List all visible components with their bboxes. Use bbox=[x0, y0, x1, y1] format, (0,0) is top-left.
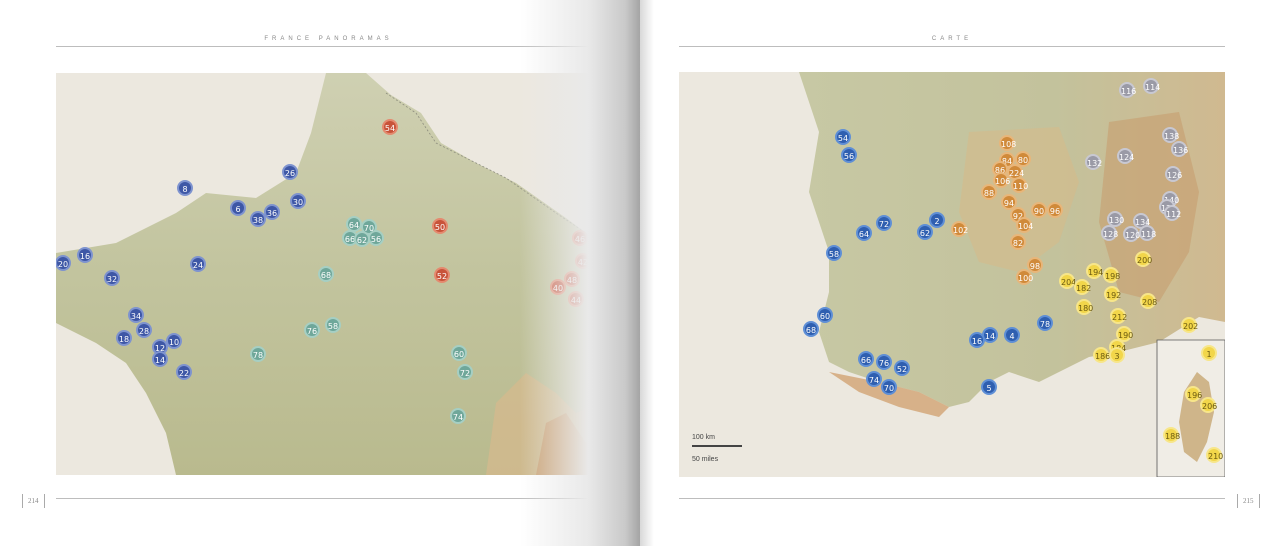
right-map-marker-204[interactable]: 204 bbox=[1059, 273, 1076, 289]
left-map-marker-74[interactable]: 74 bbox=[450, 408, 466, 424]
right-map-marker-110[interactable]: 110 bbox=[1011, 177, 1028, 193]
left-map-marker-52[interactable]: 52 bbox=[434, 267, 450, 283]
right-map-marker-208[interactable]: 208 bbox=[1140, 293, 1157, 309]
right-map-marker-5[interactable]: 5 bbox=[981, 379, 997, 395]
right-map-marker-194[interactable]: 194 bbox=[1086, 263, 1103, 279]
right-map-marker-136[interactable]: 136 bbox=[1171, 141, 1188, 157]
left-map-marker-76[interactable]: 76 bbox=[304, 322, 320, 338]
right-map-marker-4[interactable]: 4 bbox=[1004, 327, 1020, 343]
left-map-marker-34[interactable]: 34 bbox=[128, 307, 144, 323]
left-map-marker-22[interactable]: 22 bbox=[176, 364, 192, 380]
left-map-marker-36[interactable]: 36 bbox=[264, 204, 280, 220]
right-map-marker-60[interactable]: 60 bbox=[817, 307, 833, 323]
right-map-marker-56[interactable]: 56 bbox=[841, 147, 857, 163]
left-map-marker-18[interactable]: 18 bbox=[116, 330, 132, 346]
scale-miles-label: 50 miles bbox=[692, 456, 719, 463]
page-number-left: 214 bbox=[22, 494, 45, 508]
left-map-marker-68[interactable]: 68 bbox=[318, 266, 334, 282]
right-map-marker-100[interactable]: 100 bbox=[1016, 269, 1033, 285]
left-map-marker-24[interactable]: 24 bbox=[190, 256, 206, 272]
right-map-marker-200[interactable]: 200 bbox=[1135, 251, 1152, 267]
right-map-marker-74[interactable]: 74 bbox=[866, 371, 882, 387]
right-map-marker-104[interactable]: 104 bbox=[1016, 217, 1033, 233]
footer-rule-right bbox=[679, 498, 1225, 499]
right-map-marker-120[interactable]: 120 bbox=[1123, 226, 1140, 242]
right-map-marker-212[interactable]: 212 bbox=[1110, 308, 1127, 324]
right-map-marker-3[interactable]: 3 bbox=[1109, 347, 1125, 363]
right-map-marker-202[interactable]: 202 bbox=[1181, 317, 1198, 333]
right-map-marker-96[interactable]: 96 bbox=[1047, 202, 1063, 218]
right-map-marker-62[interactable]: 62 bbox=[917, 224, 933, 240]
left-map-marker-54[interactable]: 54 bbox=[382, 119, 398, 135]
right-map-marker-72[interactable]: 72 bbox=[876, 215, 892, 231]
right-map-marker-114[interactable]: 114 bbox=[1143, 78, 1160, 94]
right-map-marker-206[interactable]: 206 bbox=[1200, 397, 1217, 413]
left-map-marker-26[interactable]: 26 bbox=[282, 164, 298, 180]
book-gutter-shadow bbox=[520, 0, 644, 546]
right-map-marker-1[interactable]: 1 bbox=[1201, 345, 1217, 361]
book-gutter-right-shadow bbox=[640, 0, 654, 546]
right-map-marker-88[interactable]: 88 bbox=[981, 184, 997, 200]
map-right-terrain bbox=[679, 72, 1225, 477]
scale-bar bbox=[692, 445, 742, 447]
left-map-marker-78[interactable]: 78 bbox=[250, 346, 266, 362]
left-map-marker-56[interactable]: 56 bbox=[368, 230, 384, 246]
right-map-marker-128[interactable]: 128 bbox=[1101, 225, 1118, 241]
right-map-marker-76[interactable]: 76 bbox=[876, 354, 892, 370]
right-map-marker-180[interactable]: 180 bbox=[1076, 299, 1093, 315]
left-map-marker-30[interactable]: 30 bbox=[290, 193, 306, 209]
right-map-marker-118[interactable]: 118 bbox=[1139, 225, 1156, 241]
right-map-marker-210[interactable]: 210 bbox=[1206, 447, 1223, 463]
right-map-marker-192[interactable]: 192 bbox=[1104, 286, 1121, 302]
right-map-marker-132[interactable]: 132 bbox=[1085, 154, 1102, 170]
right-map-marker-102[interactable]: 102 bbox=[951, 221, 968, 237]
left-map-marker-32[interactable]: 32 bbox=[104, 270, 120, 286]
scale-km-label: 100 km bbox=[692, 434, 715, 441]
right-map-marker-64[interactable]: 64 bbox=[856, 225, 872, 241]
left-map-marker-8[interactable]: 8 bbox=[177, 180, 193, 196]
left-map-marker-72[interactable]: 72 bbox=[457, 364, 473, 380]
right-map-marker-188[interactable]: 188 bbox=[1163, 427, 1180, 443]
right-map-marker-124[interactable]: 124 bbox=[1117, 148, 1134, 164]
right-map-marker-126[interactable]: 126 bbox=[1165, 166, 1182, 182]
left-map-marker-6[interactable]: 6 bbox=[230, 200, 246, 216]
right-map-marker-66[interactable]: 66 bbox=[858, 351, 874, 367]
right-map-marker-82[interactable]: 82 bbox=[1010, 234, 1026, 250]
left-map-marker-60[interactable]: 60 bbox=[451, 345, 467, 361]
right-map-marker-182[interactable]: 182 bbox=[1074, 279, 1091, 295]
right-map-marker-16[interactable]: 16 bbox=[969, 332, 985, 348]
map-southern-france[interactable]: 1161141381361321241261401221121301341281… bbox=[679, 72, 1225, 477]
left-map-marker-58[interactable]: 58 bbox=[325, 317, 341, 333]
right-map-marker-108[interactable]: 108 bbox=[999, 135, 1016, 151]
left-map-marker-28[interactable]: 28 bbox=[136, 322, 152, 338]
right-map-marker-112[interactable]: 112 bbox=[1164, 205, 1181, 221]
right-map-marker-196[interactable]: 196 bbox=[1185, 386, 1202, 402]
header-rule-right bbox=[679, 46, 1225, 47]
right-map-marker-2[interactable]: 2 bbox=[929, 212, 945, 228]
right-map-marker-58[interactable]: 58 bbox=[826, 245, 842, 261]
left-map-marker-50[interactable]: 50 bbox=[432, 218, 448, 234]
right-page: CARTE 1161141381361321241261401221121301… bbox=[640, 0, 1280, 546]
right-map-marker-68[interactable]: 68 bbox=[803, 321, 819, 337]
right-map-marker-186[interactable]: 186 bbox=[1093, 347, 1110, 363]
right-map-marker-54[interactable]: 54 bbox=[835, 129, 851, 145]
right-map-marker-52[interactable]: 52 bbox=[894, 360, 910, 376]
right-map-marker-78[interactable]: 78 bbox=[1037, 315, 1053, 331]
right-map-marker-70[interactable]: 70 bbox=[881, 379, 897, 395]
left-map-marker-14[interactable]: 14 bbox=[152, 351, 168, 367]
right-map-marker-198[interactable]: 198 bbox=[1103, 267, 1120, 283]
left-map-marker-16[interactable]: 16 bbox=[77, 247, 93, 263]
page-number-right: 215 bbox=[1237, 494, 1260, 508]
right-page-header: CARTE bbox=[931, 36, 973, 42]
left-map-marker-10[interactable]: 10 bbox=[166, 333, 182, 349]
right-map-marker-106[interactable]: 106 bbox=[993, 172, 1010, 188]
right-map-marker-90[interactable]: 90 bbox=[1031, 202, 1047, 218]
right-map-marker-116[interactable]: 116 bbox=[1119, 82, 1136, 98]
